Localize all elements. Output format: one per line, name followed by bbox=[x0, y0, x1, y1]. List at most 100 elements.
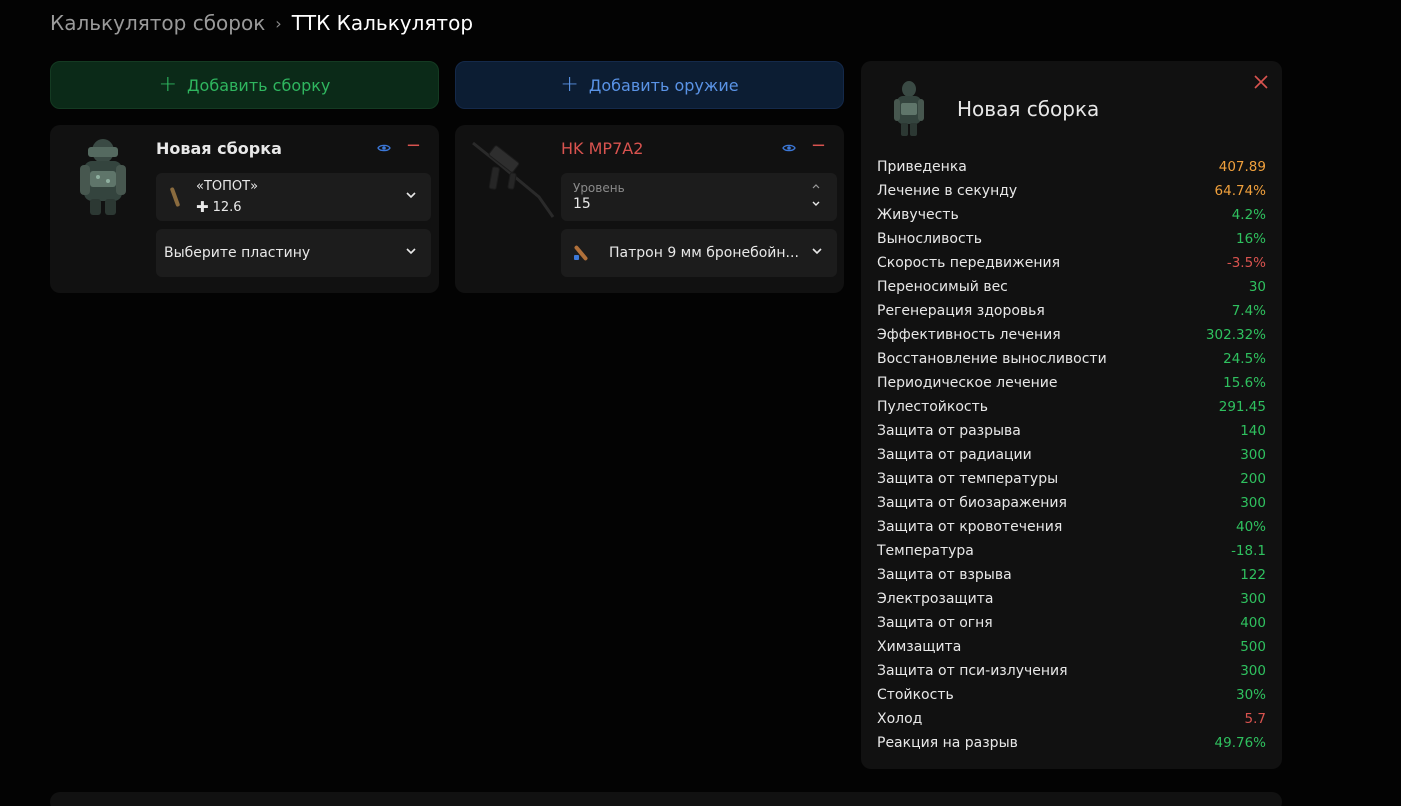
stat-value: 24.5% bbox=[1223, 351, 1266, 367]
stat-value: 49.76% bbox=[1214, 735, 1266, 751]
stat-value: 200 bbox=[1240, 471, 1266, 487]
stat-name: Защита от разрыва bbox=[877, 423, 1021, 439]
eye-icon[interactable] bbox=[782, 141, 796, 155]
stat-value: 300 bbox=[1240, 591, 1266, 607]
stat-value: -3.5% bbox=[1226, 255, 1266, 271]
build-card: Новая сборка − «ТОПОТ» ✚ 12.6 Выберите п… bbox=[50, 125, 439, 293]
build-stats-panel: Новая сборка Приведенка 407.89 Лечение в с… bbox=[861, 61, 1282, 769]
add-build-label: Добавить сборку bbox=[187, 75, 331, 95]
stat-value: 300 bbox=[1240, 663, 1266, 679]
weapon-card: HK MP7A2 − Уровень 15 Патрон 9 мм бронеб… bbox=[455, 125, 844, 293]
stat-row: Реакция на разрыв 49.76% bbox=[877, 731, 1266, 755]
armor-value-number: 12.6 bbox=[212, 199, 242, 215]
stat-value: 4.2% bbox=[1231, 207, 1266, 223]
chevron-down-icon[interactable] bbox=[811, 200, 821, 208]
ammo-select[interactable]: Патрон 9 мм бронебойн... bbox=[561, 229, 837, 277]
stat-value: 300 bbox=[1240, 447, 1266, 463]
page-title: ТТК Калькулятор bbox=[291, 11, 474, 35]
stat-row: Приведенка 407.89 bbox=[877, 155, 1266, 179]
stat-name: Химзащита bbox=[877, 639, 962, 655]
breadcrumb-parent-link[interactable]: Калькулятор сборок bbox=[50, 11, 265, 35]
stat-value: 291.45 bbox=[1218, 399, 1266, 415]
stat-name: Защита от кровотечения bbox=[877, 519, 1063, 535]
chevron-right-icon: › bbox=[275, 13, 282, 33]
stat-name: Скорость передвижения bbox=[877, 255, 1060, 271]
stat-row: Защита от разрыва 140 bbox=[877, 419, 1266, 443]
stat-value: 40% bbox=[1235, 519, 1266, 535]
stat-row: Защита от биозаражения 300 bbox=[877, 491, 1266, 515]
stat-value: 500 bbox=[1240, 639, 1266, 655]
stat-name: Защита от температуры bbox=[877, 471, 1059, 487]
stat-name: Стойкость bbox=[877, 687, 954, 703]
eye-icon[interactable] bbox=[377, 141, 391, 155]
plate-select[interactable]: Выберите пластину bbox=[156, 229, 431, 277]
stat-value: 122 bbox=[1240, 567, 1266, 583]
stat-row: Скорость передвижения -3.5% bbox=[877, 251, 1266, 275]
plate-placeholder: Выберите пластину bbox=[164, 245, 311, 261]
add-build-button[interactable]: + Добавить сборку bbox=[50, 61, 439, 109]
stat-name: Восстановление выносливости bbox=[877, 351, 1107, 367]
plus-icon: + bbox=[158, 72, 178, 97]
chevron-down-icon bbox=[406, 248, 416, 255]
stat-value: 16% bbox=[1235, 231, 1266, 247]
plus-icon: + bbox=[560, 72, 579, 97]
level-value: 15 bbox=[573, 196, 591, 212]
stat-value: 140 bbox=[1240, 423, 1266, 439]
stat-row: Лечение в секунду 64.74% bbox=[877, 179, 1266, 203]
stat-name: Приведенка bbox=[877, 159, 967, 175]
stat-name: Периодическое лечение bbox=[877, 375, 1058, 391]
stat-name: Реакция на разрыв bbox=[877, 735, 1018, 751]
armor-name: «ТОПОТ» bbox=[196, 179, 259, 194]
stat-row: Защита от кровотечения 40% bbox=[877, 515, 1266, 539]
stat-value: 5.7 bbox=[1244, 711, 1266, 727]
stat-name: Пулестойкость bbox=[877, 399, 989, 415]
remove-weapon-button[interactable]: − bbox=[811, 137, 826, 155]
stat-name: Эффективность лечения bbox=[877, 327, 1061, 343]
stat-name: Живучесть bbox=[877, 207, 959, 223]
stat-value: 64.74% bbox=[1214, 183, 1266, 199]
ammo-name: Патрон 9 мм бронебойн... bbox=[609, 245, 799, 261]
stat-row: Эффективность лечения 302.32% bbox=[877, 323, 1266, 347]
stat-value: 7.4% bbox=[1231, 303, 1266, 319]
breadcrumb: Калькулятор сборок › ТТК Калькулятор bbox=[50, 10, 473, 36]
build-title: Новая сборка bbox=[156, 139, 282, 158]
stat-row: Живучесть 4.2% bbox=[877, 203, 1266, 227]
stat-row: Защита от взрыва 122 bbox=[877, 563, 1266, 587]
stat-row: Защита от пси-излучения 300 bbox=[877, 659, 1266, 683]
stat-row: Периодическое лечение 15.6% bbox=[877, 371, 1266, 395]
stat-row: Химзащита 500 bbox=[877, 635, 1266, 659]
level-label: Уровень bbox=[573, 181, 625, 195]
stat-value: 30 bbox=[1248, 279, 1266, 295]
stat-row: Переносимый вес 30 bbox=[877, 275, 1266, 299]
armor-suit-image bbox=[894, 81, 924, 136]
stat-row: Выносливость 16% bbox=[877, 227, 1266, 251]
stat-row: Электрозащита 300 bbox=[877, 587, 1266, 611]
armor-select[interactable]: «ТОПОТ» ✚ 12.6 bbox=[156, 173, 431, 221]
stat-value: 15.6% bbox=[1223, 375, 1266, 391]
stat-name: Переносимый вес bbox=[877, 279, 1008, 295]
stat-row: Пулестойкость 291.45 bbox=[877, 395, 1266, 419]
stat-name: Защита от огня bbox=[877, 615, 993, 631]
chevron-up-icon[interactable] bbox=[811, 182, 821, 190]
stat-row: Защита от температуры 200 bbox=[877, 467, 1266, 491]
stat-value: 302.32% bbox=[1205, 327, 1266, 343]
cross-icon: ✚ bbox=[196, 198, 209, 216]
remove-build-button[interactable]: − bbox=[406, 137, 421, 155]
stat-value: -18.1 bbox=[1231, 543, 1266, 559]
level-stepper[interactable]: Уровень 15 bbox=[561, 173, 837, 221]
stat-value: 407.89 bbox=[1218, 159, 1266, 175]
stat-name: Холод bbox=[877, 711, 923, 727]
stat-row: Защита от радиации 300 bbox=[877, 443, 1266, 467]
chevron-down-icon bbox=[812, 248, 822, 255]
stat-value: 400 bbox=[1240, 615, 1266, 631]
armor-suit-image bbox=[80, 139, 126, 215]
stats-list: Приведенка 407.89 Лечение в секунду 64.74% Ж… bbox=[877, 155, 1266, 755]
stat-name: Выносливость bbox=[877, 231, 983, 247]
stat-name: Электрозащита bbox=[877, 591, 994, 607]
armor-item-icon bbox=[170, 187, 180, 207]
stat-name: Регенерация здоровья bbox=[877, 303, 1045, 319]
ammo-icon bbox=[574, 245, 588, 261]
close-icon[interactable] bbox=[1254, 75, 1268, 89]
weapon-image bbox=[472, 141, 555, 218]
add-weapon-button[interactable]: + Добавить оружие bbox=[455, 61, 844, 109]
